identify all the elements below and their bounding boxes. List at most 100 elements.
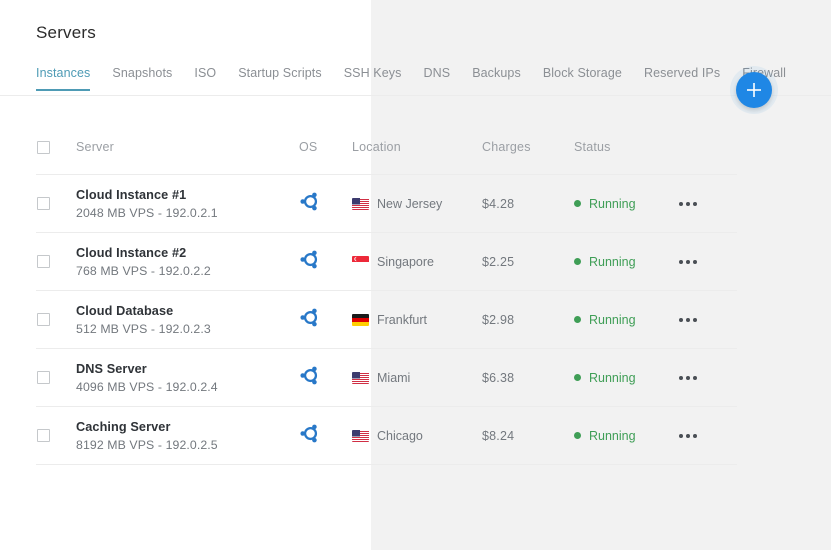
os-cell <box>299 423 352 449</box>
ubuntu-icon <box>300 192 318 210</box>
row-checkbox-cell <box>36 255 76 268</box>
tab-block-storage[interactable]: Block Storage <box>543 66 622 91</box>
os-cell <box>299 249 352 275</box>
add-server-button[interactable] <box>736 72 772 108</box>
server-spec: 768 MB VPS - 192.0.2.2 <box>76 263 211 278</box>
status-badge: Running <box>574 197 674 211</box>
server-spec: 8192 MB VPS - 192.0.2.5 <box>76 437 218 452</box>
table-header-row: Server OS Location Charges Status <box>36 120 737 175</box>
servers-page: Servers Instances Snapshots ISO Startup Scr… <box>0 0 831 550</box>
us-flag <box>352 371 369 384</box>
us-flag <box>352 197 369 210</box>
status-dot <box>574 200 581 207</box>
charges-value: $2.98 <box>482 312 515 327</box>
charges-value: $6.38 <box>482 370 515 385</box>
ellipsis-icon <box>679 433 683 438</box>
location-label: Singapore <box>377 254 434 269</box>
status-dot <box>574 316 581 323</box>
row-checkbox[interactable] <box>37 371 50 384</box>
row-actions-menu[interactable] <box>674 375 737 380</box>
charges-value: $8.24 <box>482 428 515 443</box>
charges-value: $4.28 <box>482 196 515 211</box>
row-checkbox-cell <box>36 429 76 442</box>
server-cell: Cloud Database 512 MB VPS - 192.0.2.3 <box>76 304 299 336</box>
table-row[interactable]: Cloud Instance #2 768 MB VPS - 192.0.2.2 S… <box>36 233 737 291</box>
status-label: Running <box>589 196 636 211</box>
ubuntu-icon <box>300 424 318 442</box>
select-all-checkbox[interactable] <box>37 140 50 154</box>
location-cell: Frankfurt <box>352 313 482 327</box>
server-name: Cloud Instance #1 <box>76 187 187 202</box>
de-flag <box>352 313 369 326</box>
row-actions-menu[interactable] <box>674 259 737 264</box>
tab-dns[interactable]: DNS <box>423 66 450 91</box>
us-flag <box>352 429 369 442</box>
ellipsis-icon <box>679 201 683 206</box>
row-checkbox[interactable] <box>37 197 50 210</box>
server-cell: Cloud Instance #2 768 MB VPS - 192.0.2.2 <box>76 246 299 278</box>
tab-backups[interactable]: Backups <box>472 66 521 91</box>
row-checkbox[interactable] <box>37 255 50 268</box>
row-actions-menu[interactable] <box>674 433 737 438</box>
os-cell <box>299 365 352 391</box>
tab-iso[interactable]: ISO <box>194 66 216 91</box>
os-cell <box>299 307 352 333</box>
status-dot <box>574 432 581 439</box>
tab-startup-scripts[interactable]: Startup Scripts <box>238 66 321 91</box>
status-badge: Running <box>574 429 674 443</box>
status-label: Running <box>589 370 636 385</box>
ellipsis-icon <box>679 317 683 322</box>
server-name: Cloud Instance #2 <box>76 245 187 260</box>
location-cell: Miami <box>352 371 482 385</box>
tab-bar: Instances Snapshots ISO Startup Scripts SSH … <box>36 66 831 96</box>
status-label: Running <box>589 254 636 269</box>
row-actions-menu[interactable] <box>674 201 737 206</box>
ellipsis-icon <box>679 375 683 380</box>
server-name: Caching Server <box>76 419 171 434</box>
tab-ssh-keys[interactable]: SSH Keys <box>344 66 402 91</box>
location-cell: Chicago <box>352 429 482 443</box>
tab-bar-divider <box>0 95 831 96</box>
plus-icon <box>747 83 761 97</box>
row-checkbox-cell <box>36 313 76 326</box>
column-header-location: Location <box>352 140 401 154</box>
table-row[interactable]: Cloud Instance #1 2048 MB VPS - 192.0.2.1… <box>36 175 737 233</box>
tab-snapshots[interactable]: Snapshots <box>112 66 172 91</box>
server-spec: 512 MB VPS - 192.0.2.3 <box>76 321 211 336</box>
column-header-server: Server <box>76 140 115 154</box>
tab-instances[interactable]: Instances <box>36 66 91 91</box>
servers-table: Server OS Location Charges Status Cloud … <box>36 120 737 465</box>
status-label: Running <box>589 428 636 443</box>
table-row[interactable]: Caching Server 8192 MB VPS - 192.0.2.5 Chi… <box>36 407 737 465</box>
status-badge: Running <box>574 313 674 327</box>
table-row[interactable]: DNS Server 4096 MB VPS - 192.0.2.4 Miami $6… <box>36 349 737 407</box>
location-label: Frankfurt <box>377 312 428 327</box>
column-header-status: Status <box>574 140 611 154</box>
tab-reserved-ips[interactable]: Reserved IPs <box>644 66 720 91</box>
row-checkbox[interactable] <box>37 429 50 442</box>
server-spec: 4096 MB VPS - 192.0.2.4 <box>76 379 218 394</box>
server-cell: Caching Server 8192 MB VPS - 192.0.2.5 <box>76 420 299 452</box>
column-header-os: OS <box>299 140 318 154</box>
ubuntu-icon <box>300 308 318 326</box>
row-checkbox[interactable] <box>37 313 50 326</box>
column-header-charges: Charges <box>482 140 531 154</box>
location-cell: Singapore <box>352 255 482 269</box>
location-label: Miami <box>377 370 411 385</box>
ubuntu-icon <box>300 366 318 384</box>
ellipsis-icon <box>679 259 683 264</box>
sg-flag <box>352 255 369 268</box>
location-label: New Jersey <box>377 196 443 211</box>
location-label: Chicago <box>377 428 423 443</box>
os-cell <box>299 191 352 217</box>
row-checkbox-cell <box>36 197 76 210</box>
location-cell: New Jersey <box>352 197 482 211</box>
page-title: Servers <box>36 23 96 42</box>
table-row[interactable]: Cloud Database 512 MB VPS - 192.0.2.3 Fran… <box>36 291 737 349</box>
row-checkbox-cell <box>36 371 76 384</box>
server-name: DNS Server <box>76 361 147 376</box>
row-actions-menu[interactable] <box>674 317 737 322</box>
status-label: Running <box>589 312 636 327</box>
status-badge: Running <box>574 255 674 269</box>
server-name: Cloud Database <box>76 303 174 318</box>
